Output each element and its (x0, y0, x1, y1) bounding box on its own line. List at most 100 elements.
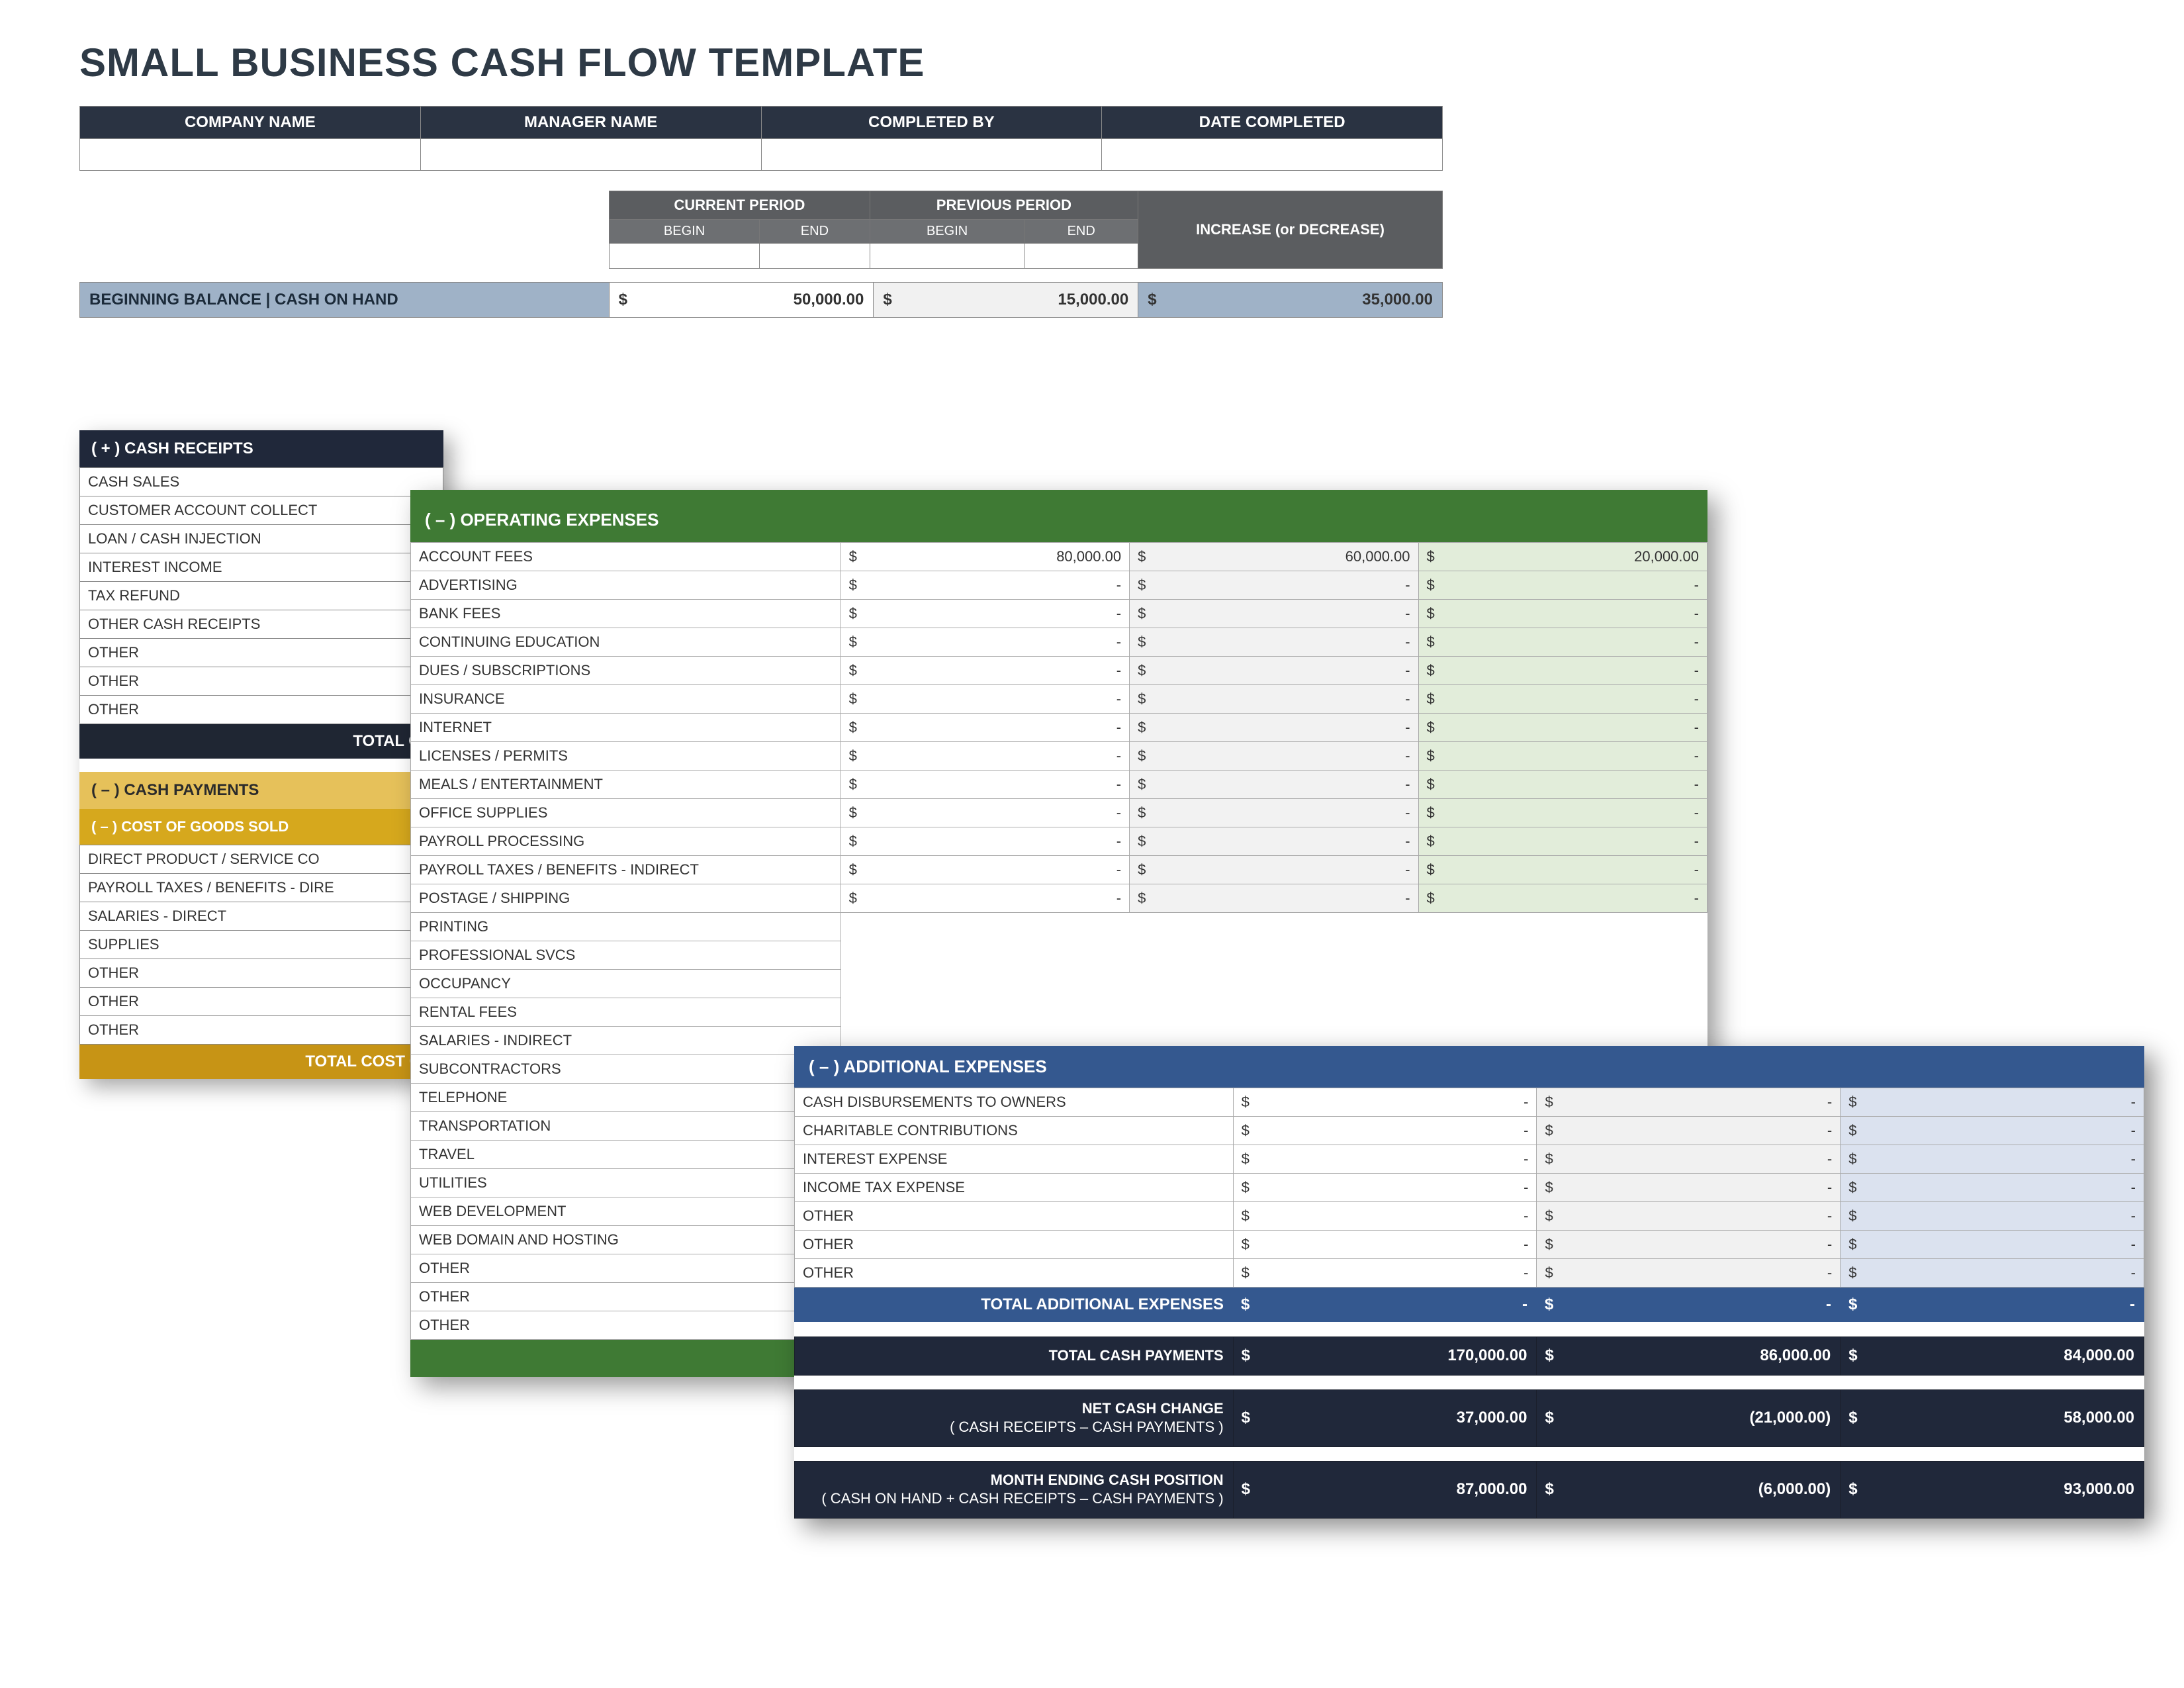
ad-row-cur[interactable]: $- (1233, 1117, 1537, 1145)
op-row-label: SUBCONTRACTORS (411, 1055, 841, 1084)
cr-row[interactable]: CASH SALES (80, 468, 443, 496)
cash-receipts-total: TOTAL CA (79, 724, 443, 759)
op-row-prev[interactable]: $- (1130, 685, 1418, 714)
op-row-cur[interactable]: $- (841, 799, 1129, 827)
cogs-row[interactable]: OTHER (80, 1016, 443, 1045)
cur-end-head: END (760, 220, 870, 244)
op-row-label: OCCUPANCY (411, 970, 841, 998)
ad-row-cur[interactable]: $- (1233, 1174, 1537, 1202)
cr-row[interactable]: CUSTOMER ACCOUNT COLLECT (80, 496, 443, 525)
op-row-prev[interactable]: $- (1130, 628, 1418, 657)
op-row-diff: $- (1418, 827, 1707, 856)
op-first-prev[interactable]: $60,000.00 (1130, 543, 1418, 571)
op-row-label: SALARIES - INDIRECT (411, 1027, 841, 1055)
op-row-prev[interactable]: $- (1130, 742, 1418, 771)
op-row-cur[interactable]: $- (841, 884, 1129, 913)
ad-row-prev[interactable]: $- (1537, 1145, 1841, 1174)
ad-row-cur[interactable]: $- (1233, 1145, 1537, 1174)
sum-ncc-cur: $37,000.00 (1233, 1389, 1537, 1446)
sum-ncc-diff: $58,000.00 (1841, 1389, 2144, 1446)
sum-ncc-prev: $(21,000.00) (1537, 1389, 1841, 1446)
op-row-label: PROFESSIONAL SVCS (411, 941, 841, 970)
op-row-diff: $- (1418, 628, 1707, 657)
op-row-cur[interactable]: $- (841, 600, 1129, 628)
op-row-diff: $- (1418, 657, 1707, 685)
cr-row[interactable]: OTHER (80, 639, 443, 667)
cogs-row[interactable]: DIRECT PRODUCT / SERVICE CO (80, 845, 443, 874)
op-row-cur[interactable]: $- (841, 685, 1129, 714)
op-row-cur[interactable]: $- (841, 714, 1129, 742)
input-completed-by[interactable] (761, 139, 1102, 171)
op-first-diff: $20,000.00 (1418, 543, 1707, 571)
op-row-prev[interactable]: $- (1130, 571, 1418, 600)
cr-row[interactable]: LOAN / CASH INJECTION (80, 525, 443, 553)
cogs-row[interactable]: SUPPLIES (80, 931, 443, 959)
ad-row-prev[interactable]: $- (1537, 1231, 1841, 1259)
op-row-label: UTILITIES (411, 1169, 841, 1197)
sum-me-prev: $(6,000.00) (1537, 1461, 1841, 1518)
beginning-balance-row: BEGINNING BALANCE | CASH ON HAND $50,000… (79, 282, 1443, 318)
cr-row[interactable]: OTHER (80, 696, 443, 724)
op-row-prev[interactable]: $- (1130, 884, 1418, 913)
op-row-label: TELEPHONE (411, 1084, 841, 1112)
op-row-prev[interactable]: $- (1130, 657, 1418, 685)
receipts-payments-block: ( + ) CASH RECEIPTS CASH SALESCUSTOMER A… (79, 430, 443, 1079)
op-row-label: LICENSES / PERMITS (411, 742, 841, 771)
ad-row-cur[interactable]: $- (1233, 1231, 1537, 1259)
ad-row-diff: $- (1841, 1231, 2144, 1259)
cr-row[interactable]: OTHER (80, 667, 443, 696)
bb-previous: $15,000.00 (874, 283, 1138, 318)
ad-row-label: INTEREST EXPENSE (795, 1145, 1234, 1174)
prev-begin-input[interactable] (870, 244, 1024, 269)
cogs-row[interactable]: SALARIES - DIRECT (80, 902, 443, 931)
op-row-prev[interactable]: $- (1130, 771, 1418, 799)
op-row-prev[interactable]: $- (1130, 600, 1418, 628)
op-row-cur[interactable]: $- (841, 657, 1129, 685)
ad-row-cur[interactable]: $- (1233, 1202, 1537, 1231)
cur-end-input[interactable] (760, 244, 870, 269)
op-first-cur[interactable]: $80,000.00 (841, 543, 1129, 571)
cur-begin-input[interactable] (610, 244, 760, 269)
ad-row-prev[interactable]: $- (1537, 1259, 1841, 1288)
input-company[interactable] (80, 139, 421, 171)
ad-row-prev[interactable]: $- (1537, 1117, 1841, 1145)
company-info-table: COMPANY NAME MANAGER NAME COMPLETED BY D… (79, 106, 1443, 171)
op-row-cur[interactable]: $- (841, 771, 1129, 799)
op-row-prev[interactable]: $- (1130, 827, 1418, 856)
op-row-label: BANK FEES (411, 600, 841, 628)
op-row-diff: $- (1418, 600, 1707, 628)
prev-end-input[interactable] (1024, 244, 1138, 269)
cr-row[interactable]: OTHER CASH RECEIPTS (80, 610, 443, 639)
ad-row-cur[interactable]: $- (1233, 1088, 1537, 1117)
cr-row[interactable]: TAX REFUND (80, 582, 443, 610)
sum-ncc-label: NET CASH CHANGE( CASH RECEIPTS – CASH PA… (795, 1389, 1234, 1446)
cash-receipts-table: CASH SALESCUSTOMER ACCOUNT COLLECTLOAN /… (79, 467, 443, 724)
operating-expenses-head: ( – ) OPERATING EXPENSES (410, 498, 1707, 542)
ad-row-prev[interactable]: $- (1537, 1174, 1841, 1202)
op-row-cur[interactable]: $- (841, 827, 1129, 856)
additional-expenses-head: ( – ) ADDITIONAL EXPENSES (794, 1046, 2144, 1088)
ad-row-prev[interactable]: $- (1537, 1202, 1841, 1231)
op-row-diff: $- (1418, 856, 1707, 884)
op-row-prev[interactable]: $- (1130, 799, 1418, 827)
op-row-label: RENTAL FEES (411, 998, 841, 1027)
ad-row-prev[interactable]: $- (1537, 1088, 1841, 1117)
op-row-cur[interactable]: $- (841, 742, 1129, 771)
input-manager[interactable] (420, 139, 761, 171)
cogs-table: DIRECT PRODUCT / SERVICE COPAYROLL TAXES… (79, 845, 443, 1045)
ad-total-diff: $- (1841, 1288, 2144, 1322)
op-row-cur[interactable]: $- (841, 628, 1129, 657)
cogs-row[interactable]: OTHER (80, 959, 443, 988)
ad-row-label: OTHER (795, 1202, 1234, 1231)
cr-row[interactable]: INTEREST INCOME (80, 553, 443, 582)
op-row-cur[interactable]: $- (841, 856, 1129, 884)
prev-begin-head: BEGIN (870, 220, 1024, 244)
op-row-prev[interactable]: $- (1130, 714, 1418, 742)
period-table: CURRENT PERIOD PREVIOUS PERIOD INCREASE … (609, 191, 1443, 269)
ad-row-cur[interactable]: $- (1233, 1259, 1537, 1288)
op-row-cur[interactable]: $- (841, 571, 1129, 600)
op-row-prev[interactable]: $- (1130, 856, 1418, 884)
input-date[interactable] (1102, 139, 1443, 171)
cogs-row[interactable]: OTHER (80, 988, 443, 1016)
cogs-row[interactable]: PAYROLL TAXES / BENEFITS - DIRE (80, 874, 443, 902)
